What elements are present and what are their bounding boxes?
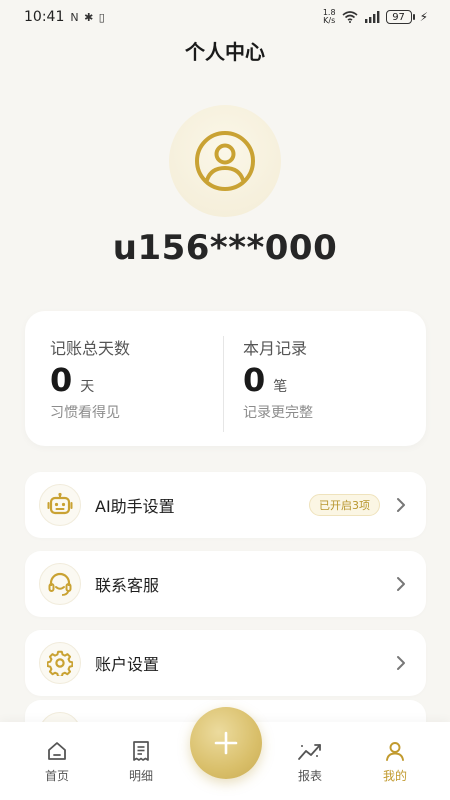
trend-chart-icon: [298, 744, 321, 760]
stats-divider: [223, 336, 224, 432]
plus-icon: [214, 731, 238, 755]
nav-home[interactable]: 首页: [27, 740, 87, 784]
signal-icon: [364, 11, 379, 23]
home-icon: [48, 742, 66, 760]
stat-label: 记账总天数: [50, 339, 131, 358]
headset-icon: [39, 563, 81, 605]
avatar[interactable]: [169, 105, 281, 217]
gear-icon: [39, 642, 81, 684]
wifi-icon: [342, 11, 358, 23]
receipt-icon: [133, 741, 149, 761]
robot-icon: [39, 484, 81, 526]
stat-unit: 天: [80, 379, 95, 395]
stat-hint: 习惯看得见: [50, 405, 120, 421]
stat-label: 本月记录: [243, 339, 308, 358]
battery-indicator: 97: [385, 10, 415, 24]
stat-month-records: 本月记录 0 笔 记录更完整: [243, 311, 423, 446]
nav-label: 报表: [297, 769, 322, 783]
status-left-icons: N ✱ ▯: [70, 10, 106, 24]
menu-label: 联系客服: [95, 576, 160, 595]
username: u156***000: [112, 228, 338, 268]
stats-card: 记账总天数 0 天 习惯看得见 本月记录 0 笔 记录更完整: [25, 311, 426, 446]
menu-account-settings[interactable]: 账户设置: [25, 630, 426, 696]
nav-label: 我的: [382, 769, 407, 783]
nav-mine[interactable]: 我的: [365, 740, 425, 784]
stat-total-days: 记账总天数 0 天 习惯看得见: [50, 311, 230, 446]
page-title: 个人中心: [185, 40, 265, 64]
menu-contact-support[interactable]: 联系客服: [25, 551, 426, 617]
chevron-right-icon: [397, 498, 405, 512]
user-avatar-icon: [195, 131, 255, 191]
chevron-right-icon: [397, 656, 405, 670]
status-time: 10:41: [24, 9, 65, 25]
stat-unit: 笔: [273, 379, 288, 395]
user-icon: [386, 742, 404, 761]
stat-value: 0: [50, 361, 73, 399]
stat-value: 0: [243, 361, 266, 399]
charging-icon: ⚡: [419, 10, 428, 24]
menu-ai-assistant-settings[interactable]: AI助手设置 已开启3项: [25, 472, 426, 538]
nav-label: 首页: [44, 769, 69, 783]
network-speed: 1.8 K/s: [322, 8, 336, 25]
menu-label: AI助手设置: [95, 497, 175, 516]
add-record-button[interactable]: [190, 707, 262, 779]
nav-details[interactable]: 明细: [111, 740, 171, 784]
chevron-right-icon: [397, 577, 405, 591]
status-badge: 已开启3项: [309, 494, 380, 516]
nav-label: 明细: [128, 769, 153, 783]
nav-reports[interactable]: 报表: [280, 740, 340, 784]
stat-hint: 记录更完整: [243, 405, 313, 421]
menu-label: 账户设置: [95, 655, 160, 674]
status-bar: 10:41 N ✱ ▯ 1.8 K/s 97 ⚡: [0, 0, 450, 34]
